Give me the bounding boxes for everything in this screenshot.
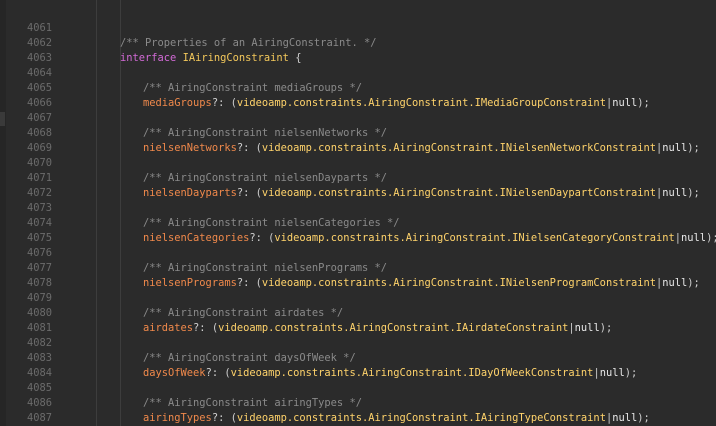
code-line[interactable]: 4067 /** AiringConstraint nielsenNetwork… xyxy=(0,96,716,139)
code-line[interactable]: 4084 xyxy=(0,351,716,379)
code-line[interactable]: 4065 mediaGroups?: (videoamp.constraints… xyxy=(0,66,716,109)
code-line[interactable]: 4073 /** AiringConstraint nielsenCategor… xyxy=(0,186,716,229)
code-line[interactable]: 4088 xyxy=(0,411,716,426)
code-line[interactable]: 4079 /** AiringConstraint airdates */ xyxy=(0,276,716,319)
code-line[interactable]: 4062 interface IAiringConstraint { xyxy=(0,21,716,64)
code-line[interactable]: 4080 airdates?: (videoamp.constraints.Ai… xyxy=(0,291,716,334)
code-line[interactable]: 4069 xyxy=(0,126,716,154)
code-line[interactable]: 4076 /** AiringConstraint nielsenProgram… xyxy=(0,231,716,274)
code-line[interactable]: 4071 nielsenDayparts?: (videoamp.constra… xyxy=(0,156,716,199)
code-line[interactable]: 4068 nielsenNetworks?: (videoamp.constra… xyxy=(0,111,716,154)
code-line[interactable]: 4074 nielsenCategories?: (videoamp.const… xyxy=(0,201,716,244)
code-line[interactable]: 4086 airingTypes?: (videoamp.constraints… xyxy=(0,381,716,424)
code-line[interactable]: 4087 } xyxy=(0,396,716,424)
code-line[interactable]: 4075 xyxy=(0,216,716,244)
code-line[interactable]: 4072 xyxy=(0,171,716,199)
code-line[interactable]: 4085 /** AiringConstraint airingTypes */ xyxy=(0,366,716,409)
code-line[interactable]: 4083 daysOfWeek?: (videoamp.constraints.… xyxy=(0,336,716,379)
code-line[interactable]: 4082 /** AiringConstraint daysOfWeek */ xyxy=(0,321,716,364)
code-line[interactable]: 4066 xyxy=(0,81,716,109)
code-line[interactable]: 4081 xyxy=(0,306,716,334)
code-line[interactable]: 4078 xyxy=(0,261,716,289)
code-editor[interactable]: 4061 /** Properties of an AiringConstrai… xyxy=(0,0,716,426)
code-line[interactable]: 4064 /** AiringConstraint mediaGroups */ xyxy=(0,51,716,94)
code-line[interactable]: 4061 /** Properties of an AiringConstrai… xyxy=(0,6,716,49)
code-line[interactable]: 4077 nielsenPrograms?: (videoamp.constra… xyxy=(0,246,716,289)
code-line[interactable]: 4063 xyxy=(0,36,716,64)
code-line[interactable]: 4070 /** AiringConstraint nielsenDaypart… xyxy=(0,141,716,184)
